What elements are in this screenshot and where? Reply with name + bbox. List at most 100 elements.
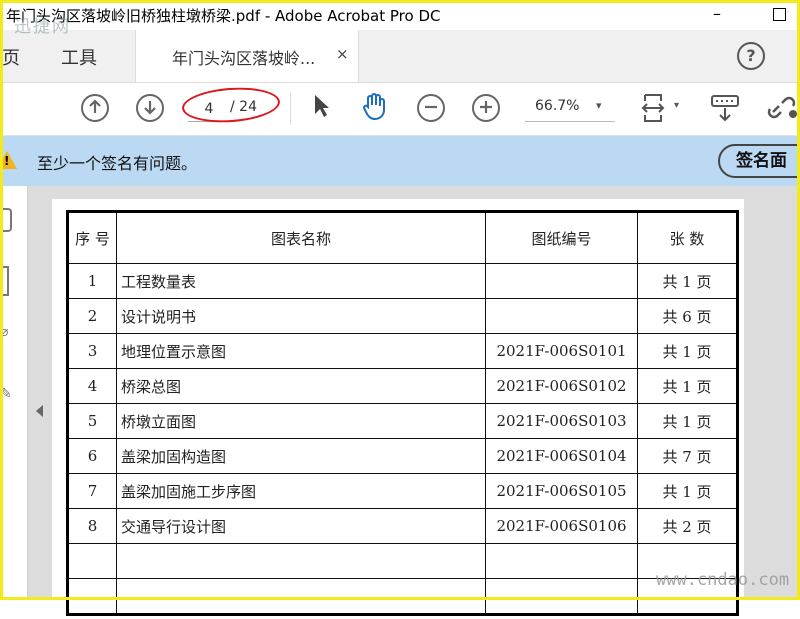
table-row: [67, 578, 738, 615]
minimize-button[interactable]: –: [706, 4, 728, 24]
close-tab-icon[interactable]: ×: [336, 45, 349, 63]
cell-count: 共 1 页: [637, 403, 738, 439]
hand-icon: [363, 93, 385, 121]
header-cell-code: 图纸编号: [485, 211, 638, 264]
cell-number: [67, 578, 117, 615]
link-icon: [767, 96, 797, 119]
cell-number: 2: [67, 298, 117, 334]
arrow-up-icon: [89, 99, 101, 113]
cell-number: [67, 543, 117, 579]
left-navigation-panel: ⌀ ✎: [0, 186, 28, 600]
maximize-button[interactable]: [768, 4, 790, 24]
table-row: 5 桥墩立面图 2021F-006S0103 共 1 页: [67, 403, 738, 439]
signature-icon[interactable]: ✎: [0, 386, 12, 402]
cell-count: 共 1 页: [637, 263, 738, 299]
attachment-icon[interactable]: ⌀: [0, 324, 8, 340]
cell-count: 共 6 页: [637, 298, 738, 334]
fit-page-button[interactable]: [641, 91, 669, 129]
help-icon[interactable]: ?: [737, 42, 765, 70]
toolbar-separator: [290, 93, 291, 125]
cell-code: [485, 298, 638, 334]
table-row: 6 盖梁加固构造图 2021F-006S0104 共 7 页: [67, 438, 738, 474]
arrow-down-icon: [144, 101, 156, 115]
select-tool-button[interactable]: [312, 93, 332, 123]
scroll-mode-button[interactable]: [710, 93, 740, 127]
cell-name: [116, 578, 486, 615]
watermark-top: 迅捷网: [14, 17, 71, 37]
share-link-button[interactable]: [765, 92, 799, 126]
cell-count: 共 2 页: [637, 508, 738, 544]
previous-page-button[interactable]: [81, 94, 109, 122]
toolbar: / 24 66.7% ▾ ▾: [0, 83, 800, 136]
header-cell-number: 序 号: [67, 211, 117, 264]
tab-bar: 主页 工具 年门头沟区落坡岭... × ?: [0, 30, 800, 83]
cell-count: 共 7 页: [637, 438, 738, 474]
tab-document[interactable]: 年门头沟区落坡岭... ×: [135, 30, 359, 82]
cell-number: 7: [67, 473, 117, 509]
table-row: [67, 543, 738, 579]
table-row: 2 设计说明书 共 6 页: [67, 298, 738, 334]
cell-name: [116, 543, 486, 579]
cell-code: [485, 578, 638, 615]
cell-name: 地理位置示意图: [116, 333, 486, 369]
next-page-button[interactable]: [136, 94, 164, 122]
cell-code: 2021F-006S0106: [485, 508, 638, 544]
cell-name: 盖梁加固构造图: [116, 438, 486, 474]
annotation-ellipse: [180, 84, 282, 126]
cell-number: 1: [67, 263, 117, 299]
zoom-dropdown-icon[interactable]: ▾: [596, 99, 602, 112]
document-view[interactable]: 序 号 图表名称 图纸编号 张 数 1 工程数量表共 1 页 2 设计说明书 共 6 …: [28, 186, 800, 619]
warning-icon: !: [0, 151, 17, 169]
cell-number: 6: [67, 438, 117, 474]
window-title: 年门头沟区落坡岭旧桥独柱墩桥梁.pdf - Adobe Acrobat Pro …: [6, 7, 441, 25]
warning-text: 至少一个签名有问题。: [37, 154, 198, 173]
fit-page-icon: [641, 94, 665, 122]
cell-code: 2021F-006S0105: [485, 473, 638, 509]
tab-home[interactable]: 主页: [0, 44, 20, 70]
watermark-bottom: www.cndao.com: [656, 570, 790, 590]
zoom-underline: [525, 121, 615, 122]
cell-count: 共 1 页: [637, 473, 738, 509]
cell-count: 共 1 页: [637, 368, 738, 404]
zoom-out-icon: [425, 105, 437, 109]
fit-dropdown-icon[interactable]: ▾: [674, 100, 679, 111]
zoom-out-button[interactable]: [417, 94, 445, 122]
cell-name: 设计说明书: [116, 298, 486, 334]
header-cell-count: 张 数: [637, 211, 738, 264]
cell-number: 8: [67, 508, 117, 544]
table-row: 8 交通导行设计图 2021F-006S0106 共 2 页: [67, 508, 738, 544]
pdf-page: 序 号 图表名称 图纸编号 张 数 1 工程数量表共 1 页 2 设计说明书 共 6 …: [52, 199, 744, 619]
header-cell-name: 图表名称: [116, 211, 486, 264]
table-row: 3 地理位置示意图 2021F-006S0101 共 1 页: [67, 333, 738, 369]
cell-code: 2021F-006S0102: [485, 368, 638, 404]
table-row: 4 桥梁总图 2021F-006S0102 共 1 页: [67, 368, 738, 404]
keyboard-icon: [711, 95, 739, 122]
cell-number: 5: [67, 403, 117, 439]
tab-document-label: 年门头沟区落坡岭...: [172, 49, 316, 68]
cell-number: 3: [67, 333, 117, 369]
maximize-icon: [772, 8, 786, 21]
page-thumbnails-icon[interactable]: [0, 266, 9, 296]
cell-code: [485, 543, 638, 579]
cell-name: 盖梁加固施工步序图: [116, 473, 486, 509]
collapse-panel-icon[interactable]: [36, 405, 43, 417]
cell-count: 共 1 页: [637, 333, 738, 369]
tab-tools[interactable]: 工具: [61, 44, 97, 70]
zoom-in-button[interactable]: [472, 94, 500, 122]
table-header-row: 序 号 图表名称 图纸编号 张 数: [67, 211, 738, 264]
cell-code: [485, 263, 638, 299]
drawing-index-table: 序 号 图表名称 图纸编号 张 数 1 工程数量表共 1 页 2 设计说明书 共 6 …: [66, 210, 739, 616]
cell-name: 桥梁总图: [116, 368, 486, 404]
table-row: 1 工程数量表 共 1 页: [67, 263, 738, 299]
cell-code: 2021F-006S0103: [485, 403, 638, 439]
table-row: 7 盖梁加固施工步序图 2021F-006S0105 共 1 页: [67, 473, 738, 509]
cell-code: 2021F-006S0101: [485, 333, 638, 369]
signature-warning-bar: ! 至少一个签名有问题。 签名面: [0, 136, 800, 186]
hand-tool-button[interactable]: [360, 91, 390, 125]
cell-name: 交通导行设计图: [116, 508, 486, 544]
bookmark-icon[interactable]: [0, 208, 12, 232]
title-bar: 年门头沟区落坡岭旧桥独柱墩桥梁.pdf - Adobe Acrobat Pro …: [0, 0, 800, 30]
signature-panel-button[interactable]: 签名面: [718, 144, 800, 178]
zoom-level[interactable]: 66.7%: [535, 98, 579, 114]
cell-number: 4: [67, 368, 117, 404]
